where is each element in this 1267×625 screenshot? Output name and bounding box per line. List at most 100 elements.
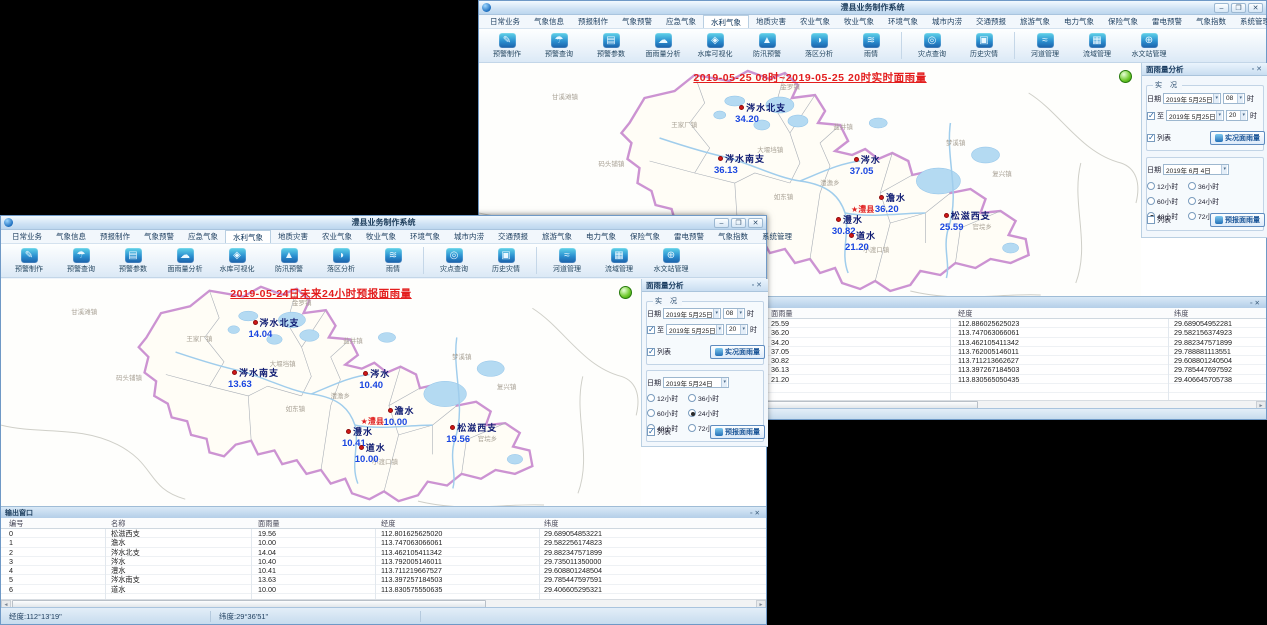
toolbar-button-river-manage[interactable]: ≈河道管理 [541,245,593,276]
obs-rainfall-button[interactable]: 实况面雨量 [710,345,765,359]
close-button[interactable]: ✕ [748,218,763,228]
toolbar-button-history-disaster[interactable]: ▣历史灾情 [480,245,532,276]
obs-end-hour-select[interactable]: 20▾ [726,324,748,335]
to-checkbox[interactable] [1147,112,1155,120]
map-refresh-button[interactable] [619,286,632,299]
station-marker-涔水南支[interactable]: 涔水南支13.63 [232,366,279,390]
restore-button[interactable]: ❐ [731,218,746,228]
toolbar-button-zone-analysis[interactable]: ◑落区分析 [315,245,367,276]
window-forecast-rainfall[interactable]: 澧县业务制作系统 – ❐ ✕ 日常业务气象信息预报制作气象预警应急气象水利气象地… [0,215,767,625]
toolbar-button-area-rainfall-analysis[interactable]: ☁面雨量分析 [637,30,689,61]
toolbar-button-warning-create[interactable]: ✎预警制作 [3,245,55,276]
column-header-纬度[interactable]: 纬度 [1174,309,1188,319]
menu-item-城市内涝[interactable]: 城市内涝 [925,15,969,28]
obs-end-hour-select[interactable]: 20▾ [1226,110,1248,121]
station-marker-松滋西支[interactable]: 松滋西支19.56 [450,421,497,445]
menu-item-气象信息[interactable]: 气象信息 [527,15,571,28]
toolbar-button-warning-params[interactable]: ▤预警参数 [107,245,159,276]
obs-start-hour-select[interactable]: 08▾ [1223,93,1245,104]
toolbar-button-flood-warning[interactable]: ▲防汛预警 [741,30,793,61]
menu-item-系统管理[interactable]: 系统管理 [1233,15,1267,28]
station-marker-涔水北支[interactable]: 涔水北支14.04 [253,316,300,340]
menu-item-环境气象[interactable]: 环境气象 [403,230,447,243]
menu-item-电力气象[interactable]: 电力气象 [579,230,623,243]
table-row[interactable]: 3涔水10.40113.79200514601129.735011350000 [1,557,766,566]
radio-60小时[interactable]: 60小时 [1147,196,1186,206]
radio-36小时[interactable]: 36小时 [688,393,727,403]
menu-item-地质灾害[interactable]: 地质灾害 [271,230,315,243]
menu-item-农业气象[interactable]: 农业气象 [315,230,359,243]
menu-item-农业气象[interactable]: 农业气象 [793,15,837,28]
menu-item-环境气象[interactable]: 环境气象 [881,15,925,28]
radio-60小时[interactable]: 60小时 [647,408,686,418]
title-bar[interactable]: 澧县业务制作系统 – ❐ ✕ [1,216,766,230]
map-area[interactable]: 2019-05-24日未来24小时预报面雨量 甘溪滩镇码头铺镇王家厂镇金罗镇大堰… [1,279,641,506]
table-row[interactable]: 4澧水10.41113.71121966752729.608801248504 [1,566,766,575]
menu-item-雷电预警[interactable]: 雷电预警 [667,230,711,243]
obs-date-select[interactable]: 2019年 5月25日▾ [1163,93,1221,104]
table-row[interactable]: 0松滋西支19.56112.80162562502029.68905485322… [1,529,766,538]
panel-close-icon[interactable]: ✕ [1256,66,1264,73]
toolbar-button-history-disaster[interactable]: ▣历史灾情 [958,30,1010,61]
menu-item-气象指数[interactable]: 气象指数 [1189,15,1233,28]
radio-24小时[interactable]: 24小时 [688,408,727,418]
table-row[interactable]: 2涔水北支14.04113.46210541134229.88234757189… [1,548,766,557]
toolbar-button-warning-params[interactable]: ▤预警参数 [585,30,637,61]
menu-item-日常业务[interactable]: 日常业务 [483,15,527,28]
column-header-面雨量[interactable]: 面雨量 [258,519,280,529]
toolbar-button-flood-warning[interactable]: ▲防汛预警 [263,245,315,276]
column-header-经度[interactable]: 经度 [381,519,395,529]
to-checkbox[interactable] [647,326,655,334]
column-header-经度[interactable]: 经度 [958,309,972,319]
obs-end-date-select[interactable]: 2019年 5月25日▾ [1166,110,1224,121]
column-header-名称[interactable]: 名称 [111,519,125,529]
menu-item-应急气象[interactable]: 应急气象 [181,230,225,243]
menu-item-气象信息[interactable]: 气象信息 [49,230,93,243]
menu-item-预报制作[interactable]: 预报制作 [93,230,137,243]
toolbar-button-rain-info[interactable]: ≋雨情 [367,245,419,276]
toolbar-button-reservoir-visual[interactable]: ◈水库可视化 [689,30,741,61]
column-header-纬度[interactable]: 纬度 [544,519,558,529]
menu-item-保险气象[interactable]: 保险气象 [623,230,667,243]
forecast-rainfall-button[interactable]: 预报面雨量 [1210,213,1265,227]
station-marker-松滋西支[interactable]: 松滋西支25.59 [944,209,991,233]
toolbar-button-area-rainfall-analysis[interactable]: ☁面雨量分析 [159,245,211,276]
menu-item-气象预警[interactable]: 气象预警 [137,230,181,243]
station-marker-道水[interactable]: 道水21.20 [849,229,876,253]
station-marker-涔水[interactable]: 涔水37.05 [854,153,881,177]
toolbar-button-hydro-station-manage[interactable]: ⊕水文站管理 [1123,30,1175,61]
forecast-date-select[interactable]: 2019年 5月24日▾ [663,377,729,388]
station-marker-涔水[interactable]: 涔水10.40 [363,367,390,391]
menu-item-气象指数[interactable]: 气象指数 [711,230,755,243]
obs-end-date-select[interactable]: 2019年 5月25日▾ [666,324,724,335]
menu-item-旅游气象[interactable]: 旅游气象 [1013,15,1057,28]
menu-item-日常业务[interactable]: 日常业务 [5,230,49,243]
close-button[interactable]: ✕ [1248,3,1263,13]
table-row[interactable]: 1澹水10.00113.74706306606129.582256174823 [1,538,766,547]
toolbar-button-basin-manage[interactable]: ▦流域管理 [593,245,645,276]
forecast-list-checkbox[interactable] [1147,216,1155,224]
toolbar-button-disaster-point-query[interactable]: ◎灾点查询 [906,30,958,61]
column-header-编号[interactable]: 编号 [9,519,23,529]
menu-item-牧业气象[interactable]: 牧业气象 [837,15,881,28]
map-refresh-button[interactable] [1119,70,1132,83]
forecast-list-checkbox[interactable] [647,428,655,436]
menu-item-电力气象[interactable]: 电力气象 [1057,15,1101,28]
menu-item-预报制作[interactable]: 预报制作 [571,15,615,28]
station-marker-道水[interactable]: 道水10.00 [359,441,386,465]
menu-item-水利气象[interactable]: 水利气象 [225,230,271,243]
menu-item-保险气象[interactable]: 保险气象 [1101,15,1145,28]
toolbar-button-warning-create[interactable]: ✎预警制作 [481,30,533,61]
station-marker-涔水南支[interactable]: 涔水南支36.13 [718,152,765,176]
menu-item-交通预报[interactable]: 交通预报 [969,15,1013,28]
forecast-date-select[interactable]: 2019年 6月 4日▾ [1163,164,1229,175]
menu-item-牧业气象[interactable]: 牧业气象 [359,230,403,243]
menu-item-气象预警[interactable]: 气象预警 [615,15,659,28]
table-row[interactable]: 5涔水南支13.63113.39725718450329.78544759759… [1,575,766,584]
radio-12小时[interactable]: 12小时 [1147,181,1186,191]
obs-start-hour-select[interactable]: 08▾ [723,308,745,319]
table-row[interactable]: 6道水10.00113.83057555063529.406605295321 [1,585,766,594]
restore-button[interactable]: ❐ [1231,3,1246,13]
obs-date-select[interactable]: 2019年 5月25日▾ [663,308,721,319]
radio-12小时[interactable]: 12小时 [647,393,686,403]
